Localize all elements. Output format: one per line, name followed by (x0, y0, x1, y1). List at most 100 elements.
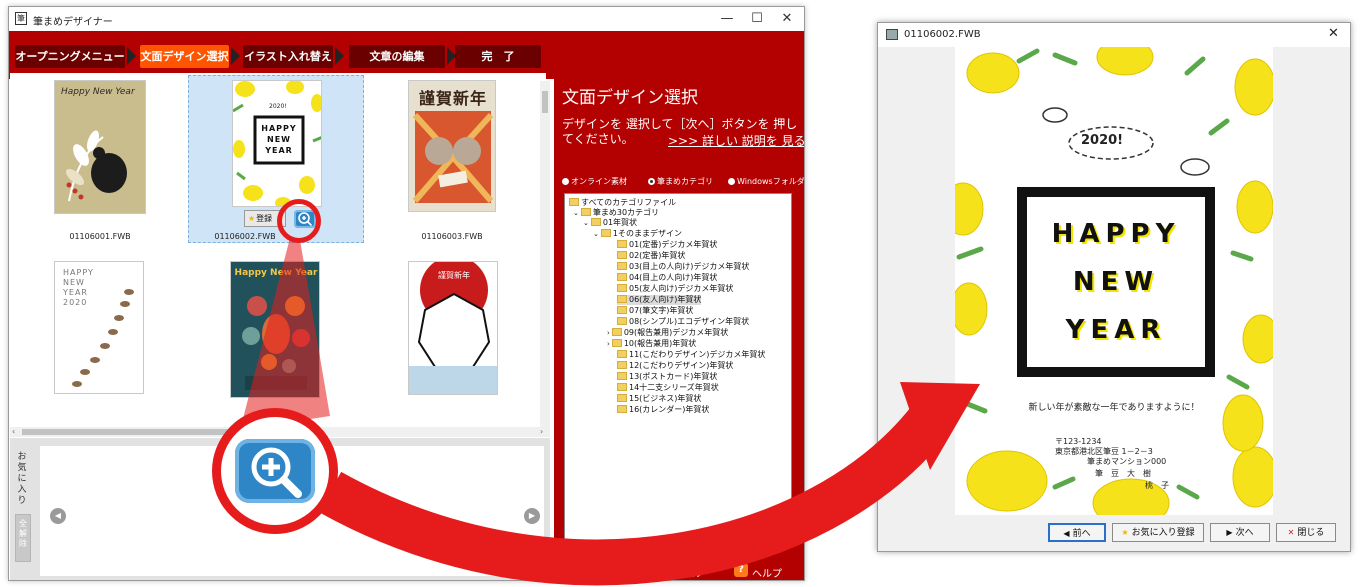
tree-item-label: 01(定番)デジカメ年賀状 (629, 240, 718, 249)
favorites-label: お気に入り (17, 452, 27, 506)
folder-icon (617, 394, 627, 402)
search-button[interactable]: 検索 (670, 548, 726, 566)
sender-name: 筆 豆 大 樹 (1095, 469, 1151, 478)
category-tree: すべてのカテゴリファイル ⌄ 筆まめ30カテゴリ ⌄ 01年賀状 ⌄ 1そのままデザイ… (564, 193, 792, 545)
tree-item[interactable]: 01(定番)デジカメ年賀状 (617, 240, 717, 250)
design-thumbnail[interactable]: Happy New Year (54, 80, 146, 214)
stage: 筆 筆まめデザイナー — ☐ ✕ オープニングメニュー 文面デザイン選択 イラス… (0, 0, 1360, 587)
tree-item[interactable]: 15(ビジネス)年賀状 (617, 394, 701, 404)
tree-item[interactable]: 07(筆文字)年賀状 (617, 306, 693, 316)
scrollbar-thumb[interactable] (542, 91, 548, 113)
grid-vertical-scrollbar[interactable] (540, 81, 550, 427)
tree-item[interactable]: すべてのカテゴリファイル (569, 198, 676, 208)
folder-icon (611, 339, 622, 347)
tree-item[interactable]: ⌄ 筆まめ30カテゴリ (573, 208, 659, 218)
tree-item[interactable]: 03(目上の人向け)デジカメ年賀状 (617, 262, 749, 272)
tree-item[interactable]: › 10(報告兼用)年賀状 (607, 339, 696, 349)
tree-item-label: 12(こだわりデザイン)年賀状 (629, 361, 734, 370)
design-thumbnail[interactable]: 謹賀新年 (408, 80, 496, 212)
folder-icon (617, 361, 627, 369)
tree-item[interactable]: 05(友人向け)デジカメ年賀状 (617, 284, 733, 294)
app-titlebar: 筆 筆まめデザイナー — ☐ ✕ (9, 7, 804, 31)
happy-new-year-frame: HAPPY NEW YEAR (1017, 187, 1215, 377)
illustration-number-input[interactable]: イラストNoを入力 (562, 548, 662, 566)
folder-icon (617, 383, 627, 391)
design-thumbnail-selected[interactable]: 2020! HAPPY NEW YEAR (232, 80, 322, 207)
tree-item[interactable]: 11(こだわりデザイン)デジカメ年賀状 (617, 350, 765, 360)
help-button-label[interactable]: ヘルプ (752, 565, 782, 580)
minimize-button[interactable]: — (712, 9, 742, 29)
step-arrow-icon (231, 47, 240, 65)
tree-item[interactable]: 04(目上の人向け)年賀状 (617, 273, 717, 283)
expand-chevron-icon[interactable]: ⌄ (583, 219, 589, 227)
design-thumbnail[interactable]: Happy New Year (230, 261, 320, 398)
folder-icon (617, 251, 627, 259)
tree-item[interactable]: 02(定番)年賀状 (617, 251, 685, 261)
address-line: 東京都港北区筆豆 1－2－3 (1055, 447, 1153, 456)
step-illustration-replace[interactable]: イラスト入れ替え (243, 45, 333, 68)
cancel-button-label[interactable]: セル (682, 565, 702, 580)
clear-all-button[interactable]: 全解除 (15, 514, 31, 562)
folder-icon (580, 208, 591, 216)
collapse-chevron-icon[interactable]: › (607, 329, 610, 337)
preview-window-icon (886, 29, 898, 40)
tree-item-label: 1そのままデザイン (612, 229, 682, 238)
magnifier-plus-icon (235, 439, 315, 503)
source-radio-group: オンライン素材 筆まめカテゴリ Windowsフォルダ (562, 174, 804, 190)
prev-button[interactable]: ◀ 前へ (1048, 523, 1106, 542)
collapse-chevron-icon[interactable]: › (607, 340, 610, 348)
next-button[interactable]: ▶ 次へ (1210, 523, 1270, 542)
expand-chevron-icon[interactable]: ⌄ (573, 209, 579, 217)
favorites-prev-icon[interactable]: ◀ (50, 508, 66, 524)
thumbnail-filename: 01106003.FWB (421, 232, 483, 241)
tree-item[interactable]: 13(ポストカード)年賀状 (617, 372, 717, 382)
postcard-preview: 2020! HAPPY NEW YEAR 新しい年が素敵な一年でありますように！… (955, 47, 1273, 515)
tree-item-label: 筆まめ30カテゴリ (592, 208, 660, 217)
add-favorite-label: お気に入り登録 (1131, 528, 1195, 538)
step-design-select[interactable]: 文面デザイン選択 (140, 45, 229, 68)
zoom-button-highlight-circle (277, 199, 321, 243)
tree-item-label: 02(定番)年賀状 (629, 251, 686, 260)
sender-name: 桃 子 (1145, 481, 1169, 490)
scroll-right-icon[interactable]: › (540, 427, 543, 437)
design-thumbnail-grid: Happy New Year 01106001.FWB 2020! HAPPY … (10, 73, 546, 428)
mice-illustration-icon (412, 111, 494, 203)
tree-item[interactable]: 12(こだわりデザイン)年賀状 (617, 361, 733, 371)
tree-item-label: 01年賀状 (602, 218, 638, 227)
tree-item[interactable]: 16(カレンダー)年賀状 (617, 405, 709, 415)
folder-icon (590, 218, 601, 226)
step-arrow-icon (127, 47, 136, 65)
step-text-edit[interactable]: 文章の編集 (349, 45, 445, 68)
radio-online-material[interactable]: オンライン素材 (562, 176, 627, 187)
close-preview-button[interactable]: ✕ 閉じる (1276, 523, 1336, 542)
help-icon[interactable]: ? (734, 563, 748, 577)
prev-button-label: 前へ (1072, 529, 1091, 539)
step-opening-menu[interactable]: オープニングメニュー (15, 45, 125, 68)
close-button[interactable]: ✕ (772, 9, 802, 29)
maximize-button[interactable]: ☐ (742, 9, 772, 29)
folder-icon (617, 284, 627, 292)
sunrise-illustration-icon (409, 262, 497, 394)
design-thumbnail[interactable]: 謹賀新年 (408, 261, 498, 395)
star-icon: ★ (1121, 528, 1129, 537)
tree-item-selected[interactable]: 06(友人向け)年賀状 (617, 295, 702, 305)
step-navigation: オープニングメニュー 文面デザイン選択 イラスト入れ替え 文章の編集 完 了 (9, 31, 804, 79)
expand-chevron-icon[interactable]: ⌄ (593, 230, 599, 238)
tree-item[interactable]: 08(シンプル)エコデザイン年賀状 (617, 317, 749, 327)
step-finish[interactable]: 完 了 (455, 45, 541, 68)
app-icon: 筆 (15, 12, 27, 25)
preview-titlebar: 01106002.FWB ✕ (878, 23, 1350, 47)
design-thumbnail[interactable]: HAPPY NEW YEAR 2020 (54, 261, 144, 394)
add-favorite-button[interactable]: ★ お気に入り登録 (1112, 523, 1204, 542)
radio-windows-folder[interactable]: Windowsフォルダ (728, 176, 804, 187)
favorites-next-icon[interactable]: ▶ (524, 508, 540, 524)
tree-item[interactable]: ⌄ 01年賀状 (583, 218, 637, 228)
tree-item[interactable]: › 09(報告兼用)デジカメ年賀状 (607, 328, 728, 338)
radio-fudemame-category[interactable]: 筆まめカテゴリ (648, 176, 713, 187)
tree-item[interactable]: ⌄ 1そのままデザイン (593, 229, 682, 239)
details-link[interactable]: >>> 詳しい 説明を 見る (668, 132, 804, 149)
scroll-left-icon[interactable]: ‹ (12, 427, 15, 437)
preview-window: 01106002.FWB ✕ 2020! HAPPY NEW YEAR 新しい年… (877, 22, 1351, 552)
tree-item[interactable]: 14十二支シリーズ年賀状 (617, 383, 719, 393)
preview-close-icon[interactable]: ✕ (1328, 26, 1339, 41)
